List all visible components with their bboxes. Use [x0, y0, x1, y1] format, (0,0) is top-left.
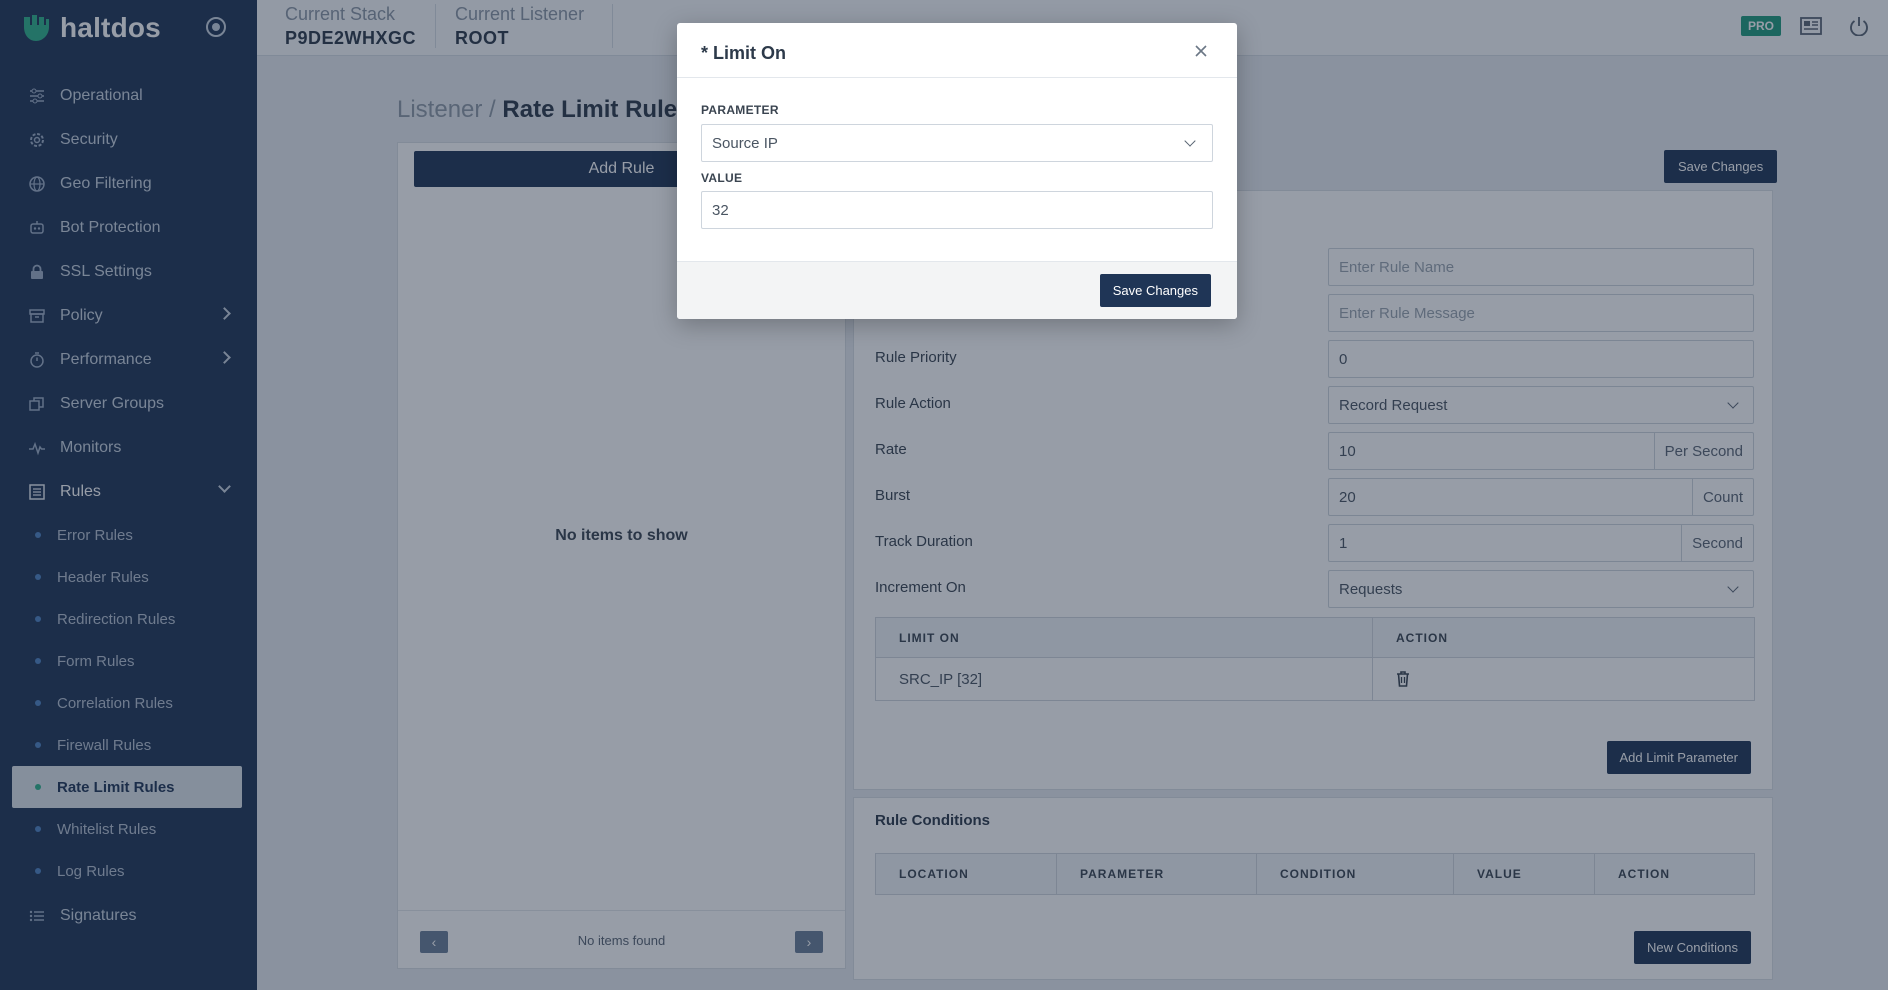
modal-header: * Limit On	[677, 23, 1237, 78]
value-input[interactable]: 32	[701, 191, 1213, 229]
parameter-select[interactable]: Source IP	[701, 124, 1213, 162]
modal-save-button[interactable]: Save Changes	[1099, 274, 1211, 307]
value-label: VALUE	[701, 171, 743, 185]
limit-on-modal: * Limit On PARAMETER Source IP VALUE 32 …	[677, 23, 1237, 319]
modal-title: * Limit On	[701, 43, 786, 63]
parameter-label: PARAMETER	[701, 103, 779, 117]
close-icon[interactable]	[1193, 43, 1209, 59]
chevron-down-icon	[1184, 135, 1196, 147]
parameter-value: Source IP	[712, 134, 778, 152]
modal-footer: Save Changes	[677, 261, 1237, 319]
